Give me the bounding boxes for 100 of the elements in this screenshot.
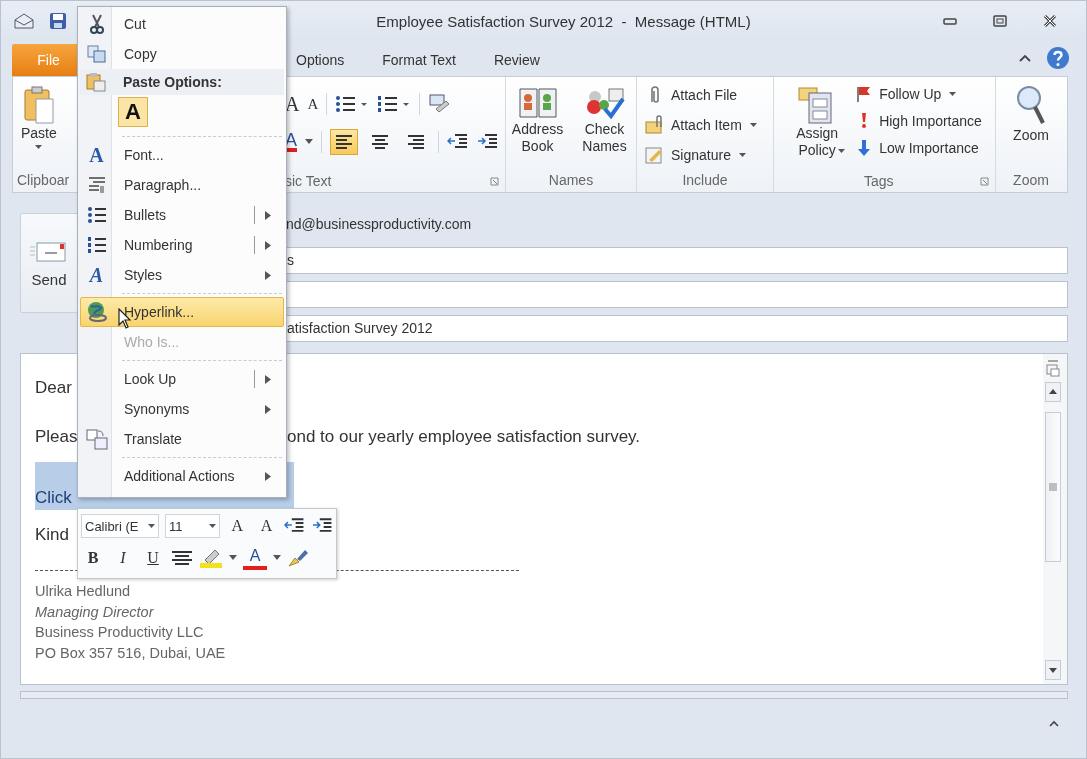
letter-icon: A [89, 264, 104, 286]
from-address: nd@businessproductivity.com [286, 216, 472, 232]
scroll-down-icon[interactable] [1045, 660, 1061, 680]
clipboard-icon [85, 72, 106, 92]
align-button[interactable] [330, 129, 358, 155]
dialog-launcher-icon[interactable] [490, 176, 499, 186]
dialog-launcher-icon[interactable] [980, 176, 989, 186]
ribbon-button[interactable]: Address Book [506, 81, 569, 159]
shrink-font-button[interactable]: A [254, 514, 279, 538]
letter-icon: A [89, 144, 104, 166]
grow-font-button[interactable]: A [285, 93, 300, 115]
minimize-icon[interactable] [942, 16, 958, 26]
numbering-icon[interactable] [377, 95, 412, 113]
decrease-indent-icon[interactable] [284, 517, 306, 535]
signature-line: PO Box 357 516, Dubai, UAE [35, 644, 226, 661]
ribbon-button[interactable]: Attach Item [643, 111, 759, 139]
maximize-icon[interactable] [992, 14, 1008, 28]
body-text: Kind [35, 525, 70, 544]
exclamation-icon [861, 113, 868, 129]
ruler-toggle-icon[interactable] [1045, 360, 1061, 378]
to-field[interactable]: s [286, 247, 1068, 274]
subject-field[interactable]: atisfaction Survey 2012 [286, 315, 1068, 342]
align-icon [335, 135, 353, 149]
body-text: ond to our yearly employee satisfaction survey. [287, 426, 641, 448]
mail-icon[interactable] [13, 12, 35, 30]
bullets-icon[interactable] [335, 95, 370, 113]
scroll-thumb[interactable] [1045, 412, 1061, 562]
close-icon[interactable] [1042, 14, 1058, 28]
caret-icon [738, 153, 746, 157]
magnifier-icon [1015, 85, 1047, 127]
save-icon[interactable] [49, 12, 67, 30]
scissors-icon [88, 14, 105, 34]
align-icon [407, 135, 425, 149]
menu-item[interactable]: Paragraph... [80, 170, 284, 200]
ribbon-tab[interactable]: Review [474, 52, 559, 76]
submenu-arrow-icon [265, 270, 271, 280]
address-book-icon [517, 85, 558, 121]
paste-button[interactable]: Paste [19, 81, 59, 153]
signature-line: Ulrika Hedlund [35, 583, 131, 599]
format-painter-icon[interactable] [287, 548, 309, 568]
ribbon-button[interactable]: High Importance [853, 109, 984, 133]
bold-button[interactable]: B [81, 546, 105, 570]
spelling-icon[interactable] [428, 93, 451, 115]
paste-option-button[interactable]: A [118, 97, 148, 127]
menu-item[interactable]: Synonyms [80, 394, 284, 424]
menu-item[interactable]: Numbering [80, 230, 284, 260]
caret-icon [35, 145, 43, 149]
signature-line: Business Productivity LLC [35, 624, 204, 640]
decrease-indent-icon[interactable] [447, 133, 469, 151]
grip-icon [1049, 483, 1057, 491]
scrollbar[interactable] [1043, 354, 1067, 684]
increase-indent-icon[interactable] [311, 517, 333, 535]
menu-item[interactable]: Cut [80, 9, 284, 39]
collapse-ribbon-icon[interactable] [1018, 53, 1032, 63]
group-label: Include [682, 172, 728, 188]
menu-section-label: Paste Options: [123, 74, 222, 90]
font-color-button[interactable]: A [243, 546, 267, 570]
caret-icon [949, 92, 957, 96]
ribbon-button[interactable]: Follow Up [853, 81, 984, 107]
menu-item[interactable]: Hyperlink... [80, 297, 284, 327]
caret-icon[interactable] [305, 139, 313, 145]
menu-item[interactable]: Translate [80, 424, 284, 454]
grow-font-button[interactable]: A [225, 514, 249, 538]
ribbon-button[interactable]: Check Names [573, 81, 636, 159]
center-align-icon[interactable] [171, 550, 193, 566]
ribbon-tab[interactable]: Format Text [363, 52, 475, 76]
zoom-button[interactable]: Zoom [1011, 81, 1051, 148]
highlighter-icon[interactable] [199, 548, 223, 568]
caret-icon[interactable] [229, 555, 237, 561]
envelope-clip-icon [645, 115, 665, 135]
assign-policy-button[interactable]: Assign Policy [785, 81, 850, 163]
ribbon-button[interactable]: Signature [643, 141, 748, 169]
ribbon-button[interactable]: Low Importance [853, 135, 984, 161]
increase-indent-icon[interactable] [477, 133, 499, 151]
menu-item[interactable]: A Styles [80, 260, 284, 290]
caret-icon[interactable] [273, 555, 281, 561]
menu-item[interactable]: Bullets [80, 200, 284, 230]
caret-icon [749, 123, 757, 127]
submenu-arrow-icon [265, 240, 271, 250]
underline-button[interactable]: U [141, 546, 165, 570]
submenu-arrow-icon [265, 404, 271, 414]
help-icon[interactable] [1046, 46, 1070, 70]
menu-item[interactable]: Look Up [80, 364, 284, 394]
group-label: Names [548, 172, 594, 188]
cc-field[interactable] [286, 281, 1068, 308]
font-size-field[interactable]: 11 [164, 514, 220, 538]
bullets-icon [86, 206, 107, 224]
copy-icon [86, 45, 107, 63]
shrink-font-button[interactable]: A [307, 93, 319, 115]
signature-icon [645, 145, 665, 165]
italic-button[interactable]: I [111, 546, 135, 570]
scroll-up-icon[interactable] [1045, 382, 1061, 402]
send-button[interactable]: Send [20, 213, 78, 313]
menu-item[interactable]: A Font... [80, 140, 284, 170]
expand-icon[interactable] [1048, 719, 1060, 727]
font-name-field[interactable]: Calibri (E [81, 514, 159, 538]
signature-line: Managing Director [35, 603, 154, 620]
menu-item[interactable]: Additional Actions [80, 461, 284, 491]
ribbon-button[interactable]: Attach File [643, 81, 740, 109]
paragraph-icon [87, 176, 106, 194]
